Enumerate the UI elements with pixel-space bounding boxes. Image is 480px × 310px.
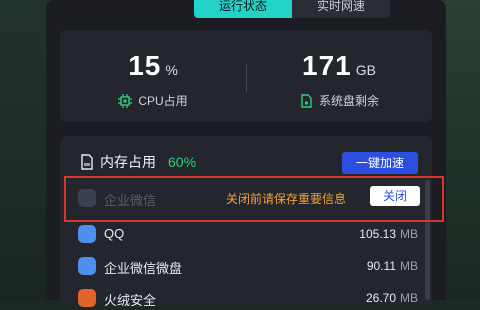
process-size: 26.70 MB (365, 291, 418, 305)
huorong-icon (78, 289, 96, 307)
disk-stat: 171 GB 系统盘剩余 (246, 30, 432, 122)
process-row-wecom-drive[interactable]: 企业微信微盘 90.11 MB (78, 254, 418, 278)
tab-running-status[interactable]: 运行状态 (194, 0, 292, 18)
highlight-box (64, 176, 444, 222)
memory-chip-icon (81, 154, 93, 170)
boost-button[interactable]: 一键加速 (342, 152, 418, 174)
memory-header: 内存占用 60% (80, 152, 196, 172)
process-name: QQ (104, 226, 125, 241)
disk-value: 171 (302, 50, 352, 81)
disk-unit: GB (355, 62, 376, 78)
process-row-qq[interactable]: QQ 105.13 MB (78, 222, 418, 246)
disk-label: 系统盘剩余 (318, 94, 379, 108)
process-row-huorong[interactable]: 火绒安全 26.70 MB (78, 286, 418, 310)
tab-realtime-speed[interactable]: 实时网速 (292, 0, 390, 18)
memory-title: 内存占用 (100, 154, 156, 170)
process-size: 105.13 MB (359, 227, 418, 241)
stats-card: 15% CPU占用 171 GB 系统盘剩余 (60, 30, 432, 122)
disk-drive-icon (301, 94, 312, 108)
wecom-drive-icon (78, 257, 96, 275)
tab-bar: 运行状态 实时网速 (194, 0, 390, 18)
cpu-unit: % (165, 62, 178, 78)
memory-percent: 60% (168, 154, 197, 170)
process-name: 企业微信微盘 (104, 261, 183, 276)
cpu-label: CPU占用 (138, 94, 188, 108)
cpu-value: 15 (128, 50, 162, 81)
process-size: 90.11 MB (366, 259, 418, 273)
qq-icon (78, 225, 96, 243)
cpu-chip-icon (118, 94, 133, 108)
cpu-stat: 15% CPU占用 (60, 30, 246, 122)
